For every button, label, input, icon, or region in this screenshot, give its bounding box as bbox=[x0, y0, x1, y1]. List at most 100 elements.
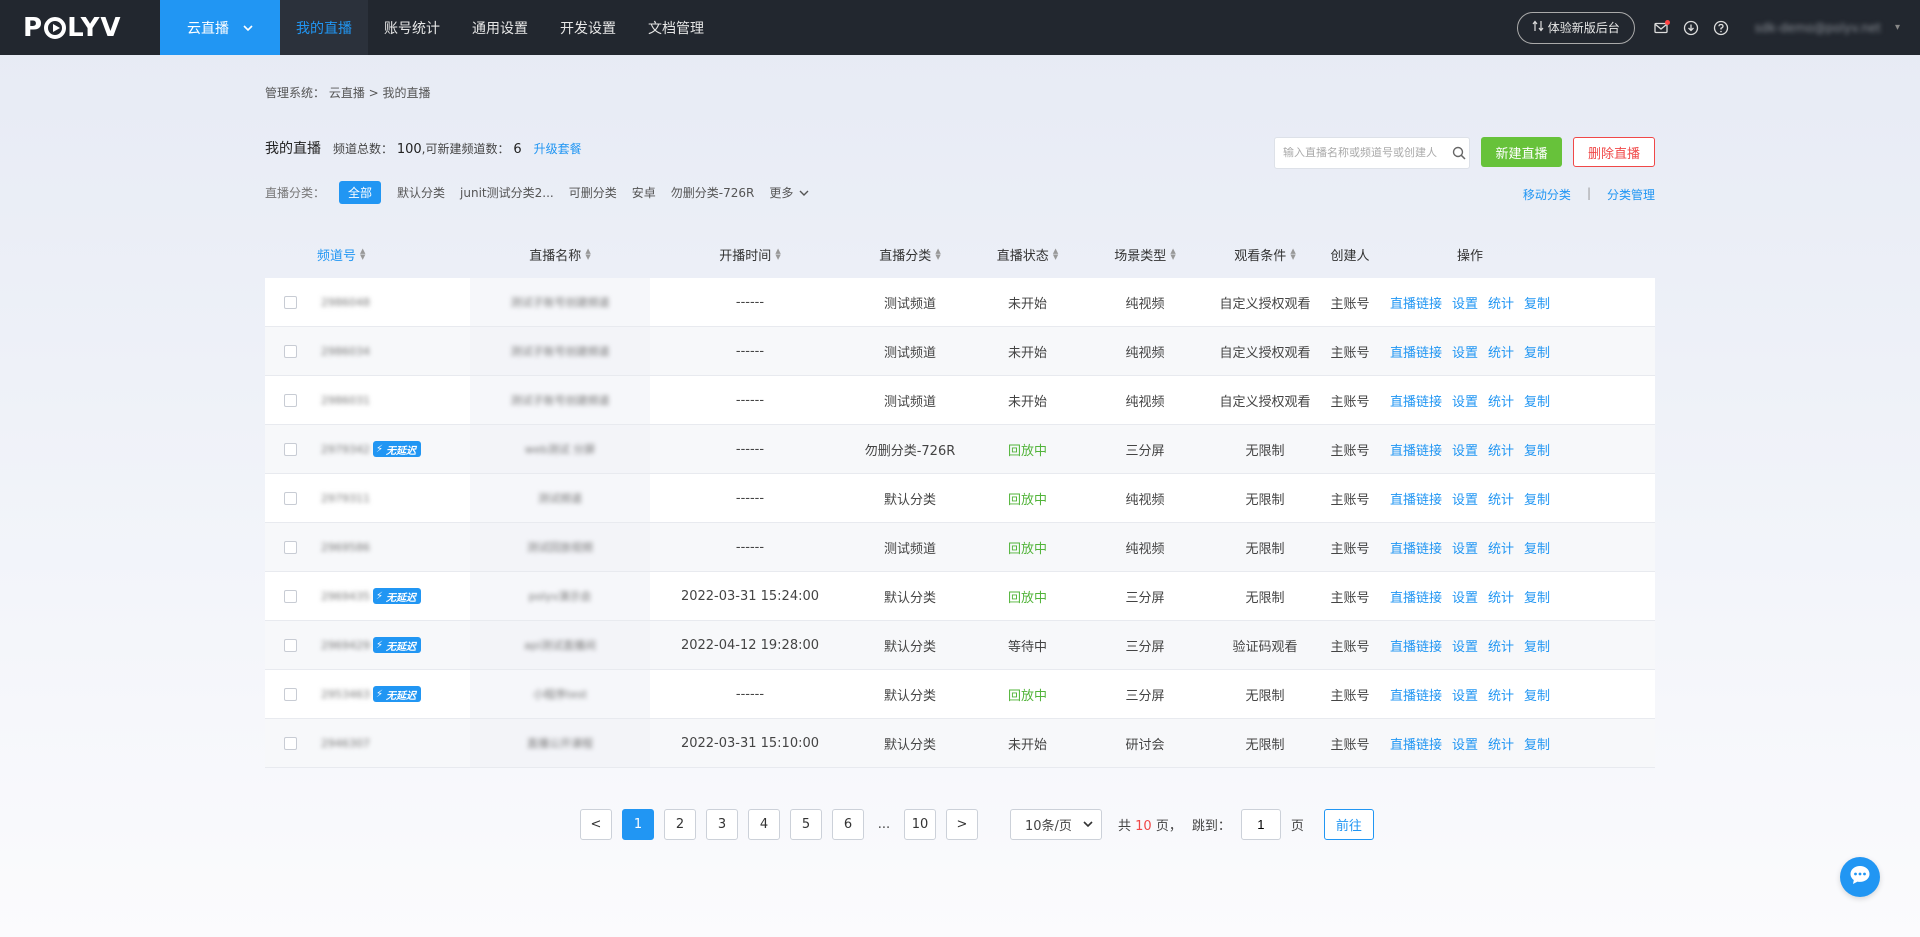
sort-icon[interactable]: ▲ ▼ bbox=[775, 248, 780, 261]
mail-icon[interactable] bbox=[1651, 18, 1671, 38]
channel-id[interactable]: 2986048 bbox=[321, 296, 370, 309]
move-category-link[interactable]: 移动分类 bbox=[1523, 186, 1571, 203]
table-row[interactable]: 2979311 测试频道 ------ 默认分类 回放中 纯视频 无限制 主账号 直播链接 设置统… bbox=[265, 474, 1655, 523]
column-scene[interactable]: 场景类型 ▲ ▼ bbox=[1085, 245, 1205, 264]
help-icon[interactable] bbox=[1711, 18, 1731, 38]
new-live-button[interactable]: 新建直播 bbox=[1481, 137, 1562, 167]
row-checkbox[interactable] bbox=[283, 736, 297, 750]
live-link-button[interactable]: 直播链接 bbox=[1390, 538, 1442, 557]
row-checkbox[interactable] bbox=[283, 638, 297, 652]
page-button-1[interactable]: 1 bbox=[622, 809, 654, 840]
go-button[interactable]: 前往 bbox=[1323, 809, 1374, 840]
channel-id[interactable]: 2986031 bbox=[321, 394, 370, 407]
nav-item-account-stats[interactable]: 账号统计 bbox=[368, 0, 456, 55]
channel-id[interactable]: 2946307 bbox=[321, 737, 370, 750]
copy-button[interactable]: 复制 bbox=[1524, 293, 1550, 312]
table-row[interactable]: 2969435 ⚡ 无延迟 polyv演示会 2022-03-31 15:24:00 默认… bbox=[265, 572, 1655, 621]
copy-button[interactable]: 复制 bbox=[1524, 489, 1550, 508]
channel-id[interactable]: 2969435 bbox=[321, 590, 370, 603]
table-row[interactable]: 2969429 ⚡ 无延迟 api测试直播间 2022-04-12 19:28:00 默认… bbox=[265, 621, 1655, 670]
page-button-6[interactable]: 6 bbox=[832, 809, 864, 840]
copy-button[interactable]: 复制 bbox=[1524, 685, 1550, 704]
live-link-button[interactable]: 直播链接 bbox=[1390, 391, 1442, 410]
category-do-not-delete[interactable]: 勿删分类-726R bbox=[671, 184, 755, 201]
table-row[interactable]: 2946307 直播公开课程 2022-03-31 15:10:00 默认分类 未开始 研… bbox=[265, 719, 1655, 768]
table-row[interactable]: 2986048 测试子账号创建频道 ------ 测试频道 未开始 纯视频 自定义授权观看 主… bbox=[265, 278, 1655, 327]
next-page-button[interactable]: > bbox=[946, 809, 978, 840]
sort-icon[interactable]: ▲ ▼ bbox=[360, 248, 365, 261]
try-new-console-button[interactable]: 体验新版后台 bbox=[1516, 11, 1635, 44]
sort-icon[interactable]: ▲ ▼ bbox=[1170, 248, 1175, 261]
table-row[interactable]: 2979342 ⚡ 无延迟 web测试 分屏 ------ 勿删分类-726R 回放中 三分屏… bbox=[265, 425, 1655, 474]
column-channel-id[interactable]: 频道号 ▲ ▼ bbox=[315, 245, 470, 264]
settings-button[interactable]: 设置 bbox=[1452, 587, 1478, 606]
category-default[interactable]: 默认分类 bbox=[397, 184, 445, 201]
settings-button[interactable]: 设置 bbox=[1452, 538, 1478, 557]
page-button-5[interactable]: 5 bbox=[790, 809, 822, 840]
settings-button[interactable]: 设置 bbox=[1452, 734, 1478, 753]
row-checkbox[interactable] bbox=[283, 344, 297, 358]
stats-button[interactable]: 统计 bbox=[1488, 293, 1514, 312]
product-switch[interactable]: 云直播 bbox=[160, 0, 280, 55]
channel-id[interactable]: 2969586 bbox=[321, 541, 370, 554]
live-link-button[interactable]: 直播链接 bbox=[1390, 587, 1442, 606]
jump-page-input[interactable] bbox=[1245, 817, 1276, 832]
sort-icon[interactable]: ▲ ▼ bbox=[1053, 248, 1058, 261]
copy-button[interactable]: 复制 bbox=[1524, 391, 1550, 410]
table-row[interactable]: 2953463 ⚡ 无延迟 小程序test ------ 默认分类 回放中 三分屏 无限制 主账号… bbox=[265, 670, 1655, 719]
page-size-select[interactable]: 10条/页 bbox=[1010, 809, 1102, 840]
manage-category-link[interactable]: 分类管理 bbox=[1607, 186, 1655, 203]
row-checkbox[interactable] bbox=[283, 442, 297, 456]
nav-item-dev-settings[interactable]: 开发设置 bbox=[544, 0, 632, 55]
user-menu-chevron-icon[interactable]: ▾ bbox=[1895, 22, 1900, 33]
column-live-name[interactable]: 直播名称 ▲ ▼ bbox=[470, 245, 650, 264]
row-checkbox[interactable] bbox=[283, 687, 297, 701]
polyv-logo[interactable]: P LYV bbox=[0, 0, 160, 55]
stats-button[interactable]: 统计 bbox=[1488, 391, 1514, 410]
live-link-button[interactable]: 直播链接 bbox=[1390, 685, 1442, 704]
sort-icon[interactable]: ▲ ▼ bbox=[1290, 248, 1295, 261]
channel-id[interactable]: 2979311 bbox=[321, 492, 370, 505]
live-name[interactable]: 直播公开课程 bbox=[527, 735, 593, 751]
settings-button[interactable]: 设置 bbox=[1452, 636, 1478, 655]
category-junit[interactable]: junit测试分类2... bbox=[460, 184, 554, 201]
settings-button[interactable]: 设置 bbox=[1452, 342, 1478, 361]
copy-button[interactable]: 复制 bbox=[1524, 734, 1550, 753]
live-link-button[interactable]: 直播链接 bbox=[1390, 293, 1442, 312]
table-row[interactable]: 2986031 测试子账号创建频道 ------ 测试频道 未开始 纯视频 自定义授权观看 主… bbox=[265, 376, 1655, 425]
stats-button[interactable]: 统计 bbox=[1488, 636, 1514, 655]
search-icon[interactable] bbox=[1449, 146, 1469, 160]
settings-button[interactable]: 设置 bbox=[1452, 391, 1478, 410]
stats-button[interactable]: 统计 bbox=[1488, 489, 1514, 508]
copy-button[interactable]: 复制 bbox=[1524, 636, 1550, 655]
nav-item-general-settings[interactable]: 通用设置 bbox=[456, 0, 544, 55]
row-checkbox[interactable] bbox=[283, 491, 297, 505]
search-input[interactable] bbox=[1283, 147, 1449, 159]
settings-button[interactable]: 设置 bbox=[1452, 440, 1478, 459]
live-name[interactable]: 测试子账号创建频道 bbox=[511, 343, 610, 359]
stats-button[interactable]: 统计 bbox=[1488, 440, 1514, 459]
row-checkbox[interactable] bbox=[283, 540, 297, 554]
column-start-time[interactable]: 开播时间 ▲ ▼ bbox=[650, 245, 850, 264]
jump-page-field[interactable] bbox=[1240, 809, 1281, 840]
delete-live-button[interactable]: 删除直播 bbox=[1573, 137, 1655, 167]
stats-button[interactable]: 统计 bbox=[1488, 538, 1514, 557]
copy-button[interactable]: 复制 bbox=[1524, 538, 1550, 557]
sort-icon[interactable]: ▲ ▼ bbox=[935, 248, 940, 261]
column-category[interactable]: 直播分类 ▲ ▼ bbox=[850, 245, 970, 264]
channel-id[interactable]: 2953463 bbox=[321, 688, 370, 701]
live-link-button[interactable]: 直播链接 bbox=[1390, 342, 1442, 361]
channel-id[interactable]: 2969429 bbox=[321, 639, 370, 652]
row-checkbox[interactable] bbox=[283, 393, 297, 407]
sort-icon[interactable]: ▲ ▼ bbox=[585, 248, 590, 261]
live-name[interactable]: api测试直播间 bbox=[524, 637, 596, 653]
chat-support-button[interactable] bbox=[1840, 857, 1880, 897]
category-more-button[interactable]: 更多 bbox=[769, 184, 809, 201]
column-status[interactable]: 直播状态 ▲ ▼ bbox=[970, 245, 1085, 264]
stats-button[interactable]: 统计 bbox=[1488, 587, 1514, 606]
channel-id[interactable]: 2979342 bbox=[321, 443, 370, 456]
live-link-button[interactable]: 直播链接 bbox=[1390, 489, 1442, 508]
nav-item-my-live[interactable]: 我的直播 bbox=[280, 0, 368, 55]
live-name[interactable]: 测试回放视频 bbox=[527, 539, 593, 555]
page-button-last[interactable]: 10 bbox=[904, 809, 936, 840]
